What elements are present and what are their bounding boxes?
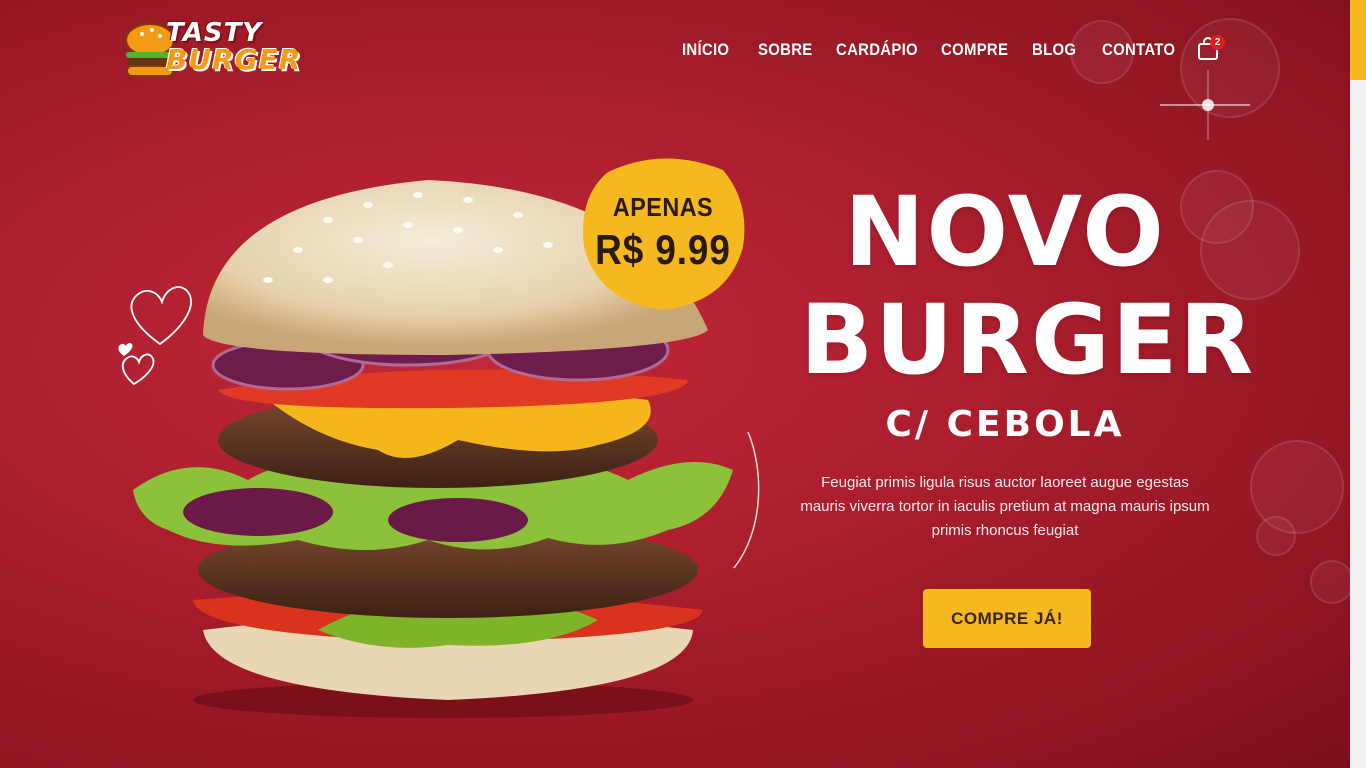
hero-title-line2: BURGER: [800, 284, 1256, 396]
price-label: APENAS: [612, 192, 714, 222]
bokeh-decoration: [1256, 516, 1296, 556]
nav-item-compre[interactable]: COMPRE: [941, 40, 1008, 60]
nav-item-cardapio[interactable]: CARDÁPIO: [836, 40, 918, 60]
sparkle-decoration: [1160, 70, 1250, 140]
nav-item-contato[interactable]: CONTATO: [1102, 40, 1175, 60]
hero-title-line1: NOVO: [844, 176, 1166, 288]
buy-now-button[interactable]: COMPRE JÁ!: [923, 589, 1091, 648]
hero-description: Feugiat primis ligula risus auctor laore…: [800, 474, 1210, 539]
nav-item-blog[interactable]: BLOG: [1032, 40, 1076, 60]
nav-item-sobre[interactable]: SOBRE: [758, 40, 813, 60]
price-value: R$ 9.99: [595, 226, 731, 273]
nav-item-inicio[interactable]: INÍCIO: [682, 40, 729, 60]
bokeh-decoration: [1310, 560, 1354, 604]
hero-subtitle: C/ CEBOLA: [885, 404, 1125, 445]
hero-text-block: NOVO BURGER C/ CEBOLA Feugiat primis lig…: [800, 176, 1256, 543]
scrollbar-track[interactable]: [1350, 0, 1366, 768]
cart-count-badge: 2: [1210, 35, 1225, 50]
main-nav: INÍCIO SOBRE CARDÁPIO COMPRE BLOG CONTAT…: [0, 40, 1366, 64]
